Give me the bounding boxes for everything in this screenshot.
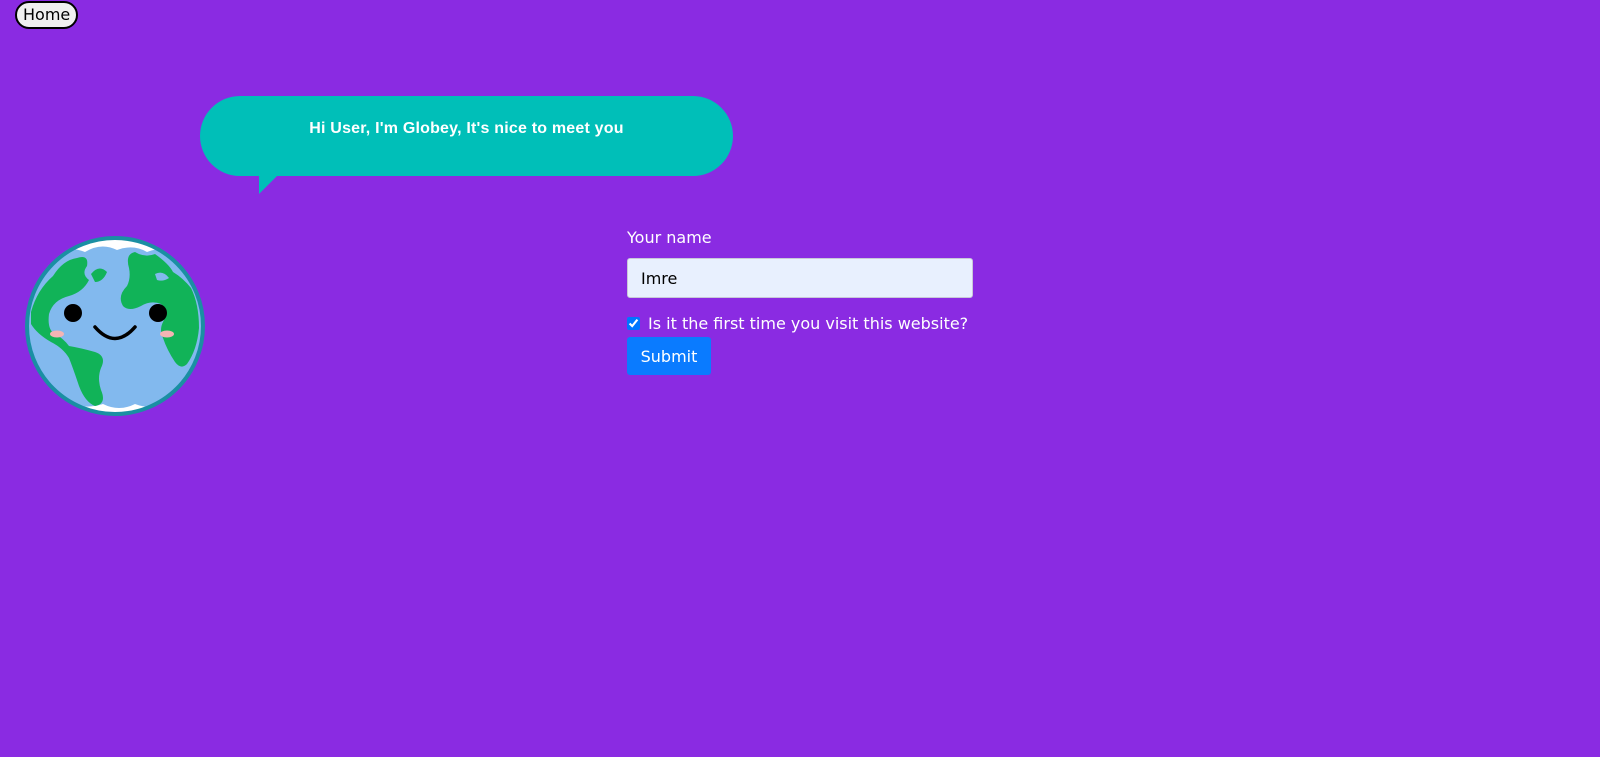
name-label: Your name (627, 228, 712, 247)
speech-bubble: Hi User, I'm Globey, It's nice to meet y… (200, 96, 733, 194)
smiling-earth-globe-icon (25, 236, 205, 416)
submit-button[interactable]: Submit (627, 337, 711, 375)
name-input[interactable] (627, 258, 973, 298)
first-visit-row: Is it the first time you visit this webs… (627, 314, 968, 333)
greeting-text: Hi User, I'm Globey, It's nice to meet y… (309, 120, 624, 137)
home-button[interactable]: Home (15, 1, 79, 29)
right-eye-icon (149, 304, 167, 322)
left-eye-icon (64, 304, 82, 322)
first-visit-label: Is it the first time you visit this webs… (648, 314, 969, 333)
first-visit-checkbox[interactable] (627, 317, 640, 330)
speech-bubble-tail (259, 174, 279, 194)
